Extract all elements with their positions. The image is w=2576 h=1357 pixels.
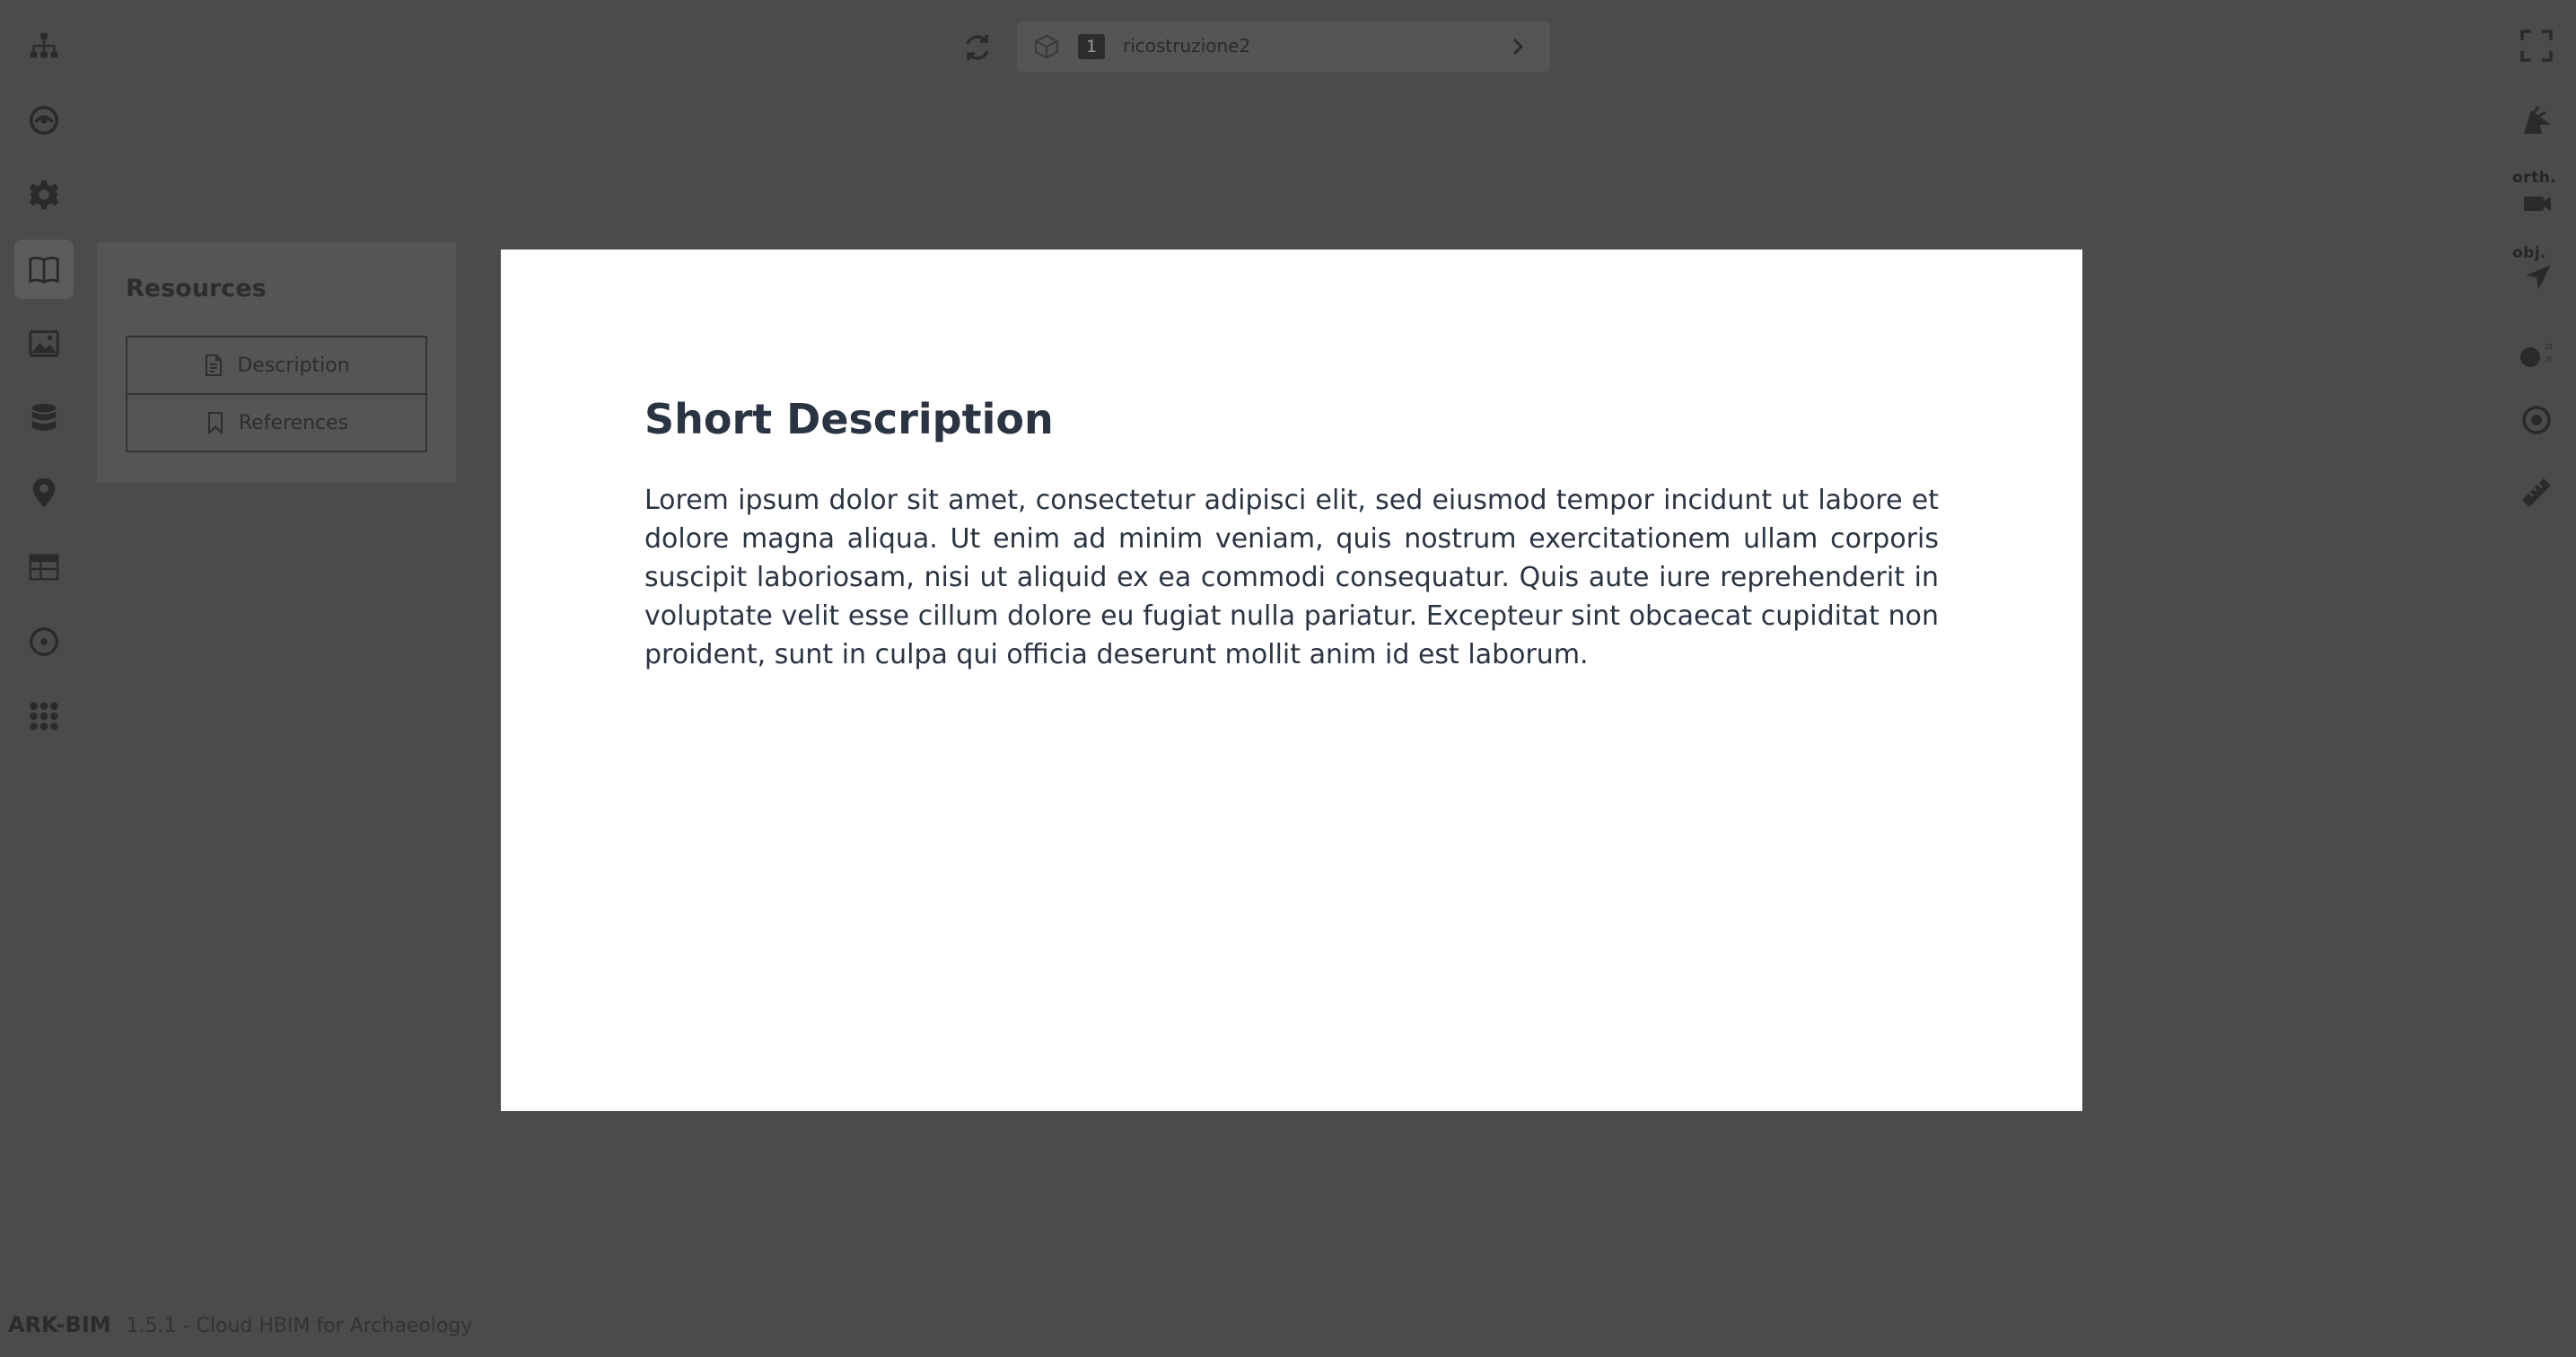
target-icon — [2522, 406, 2551, 434]
target-button[interactable] — [2504, 390, 2569, 450]
document-icon — [206, 355, 223, 376]
orth-camera-icon — [2524, 197, 2551, 211]
references-button-label: References — [238, 411, 349, 434]
table-button[interactable] — [14, 538, 74, 597]
table-icon — [29, 554, 59, 581]
refresh-icon — [966, 35, 989, 60]
resources-title: Resources — [126, 275, 267, 302]
navigation-button[interactable] — [14, 612, 74, 671]
obj-pointer-icon — [2526, 265, 2551, 290]
measure-button[interactable] — [2504, 463, 2569, 522]
database-button[interactable] — [14, 389, 74, 448]
nav-mode-icon — [2524, 106, 2551, 134]
svg-text:2D: 2D — [2545, 343, 2552, 351]
svg-text:3D: 3D — [2545, 355, 2552, 363]
compass-icon — [30, 627, 58, 656]
layers-button[interactable] — [14, 91, 74, 150]
bookmark-icon — [207, 412, 223, 434]
map-button[interactable] — [14, 463, 74, 522]
chevron-right-icon[interactable] — [1505, 34, 1530, 59]
left-toolbar — [0, 0, 88, 808]
resources-button[interactable] — [14, 240, 74, 299]
resources-panel: Resources Description References — [97, 242, 456, 483]
database-icon — [31, 403, 57, 431]
sitemap-button[interactable] — [14, 16, 74, 75]
settings-button[interactable] — [14, 165, 74, 224]
description-modal: Short Description Lorem ipsum dolor sit … — [501, 250, 2082, 1111]
cube-icon — [1033, 33, 1060, 60]
toggle-2d-3d-icon: 2D 3D — [2520, 343, 2552, 367]
gear-icon — [29, 179, 59, 210]
apps-button[interactable] — [14, 687, 74, 746]
fullscreen-button[interactable] — [2504, 16, 2569, 75]
viewer-background: 1 ricostruzione2 orth. obj. 2D 3D — [0, 0, 2576, 1357]
version-text: 1.5.1 - Cloud HBIM for Archaeology — [126, 1315, 473, 1337]
book-icon — [29, 256, 59, 284]
description-button-label: Description — [237, 354, 350, 377]
navigation-mode-button[interactable] — [2504, 92, 2569, 151]
orth-camera-button[interactable] — [2504, 171, 2569, 230]
modal-body-text: Lorem ipsum dolor sit amet, consectetur … — [644, 485, 1939, 670]
description-button[interactable]: Description — [126, 336, 427, 395]
app-footer: ARK-BIM 1.5.1 - Cloud HBIM for Archaeolo… — [8, 1312, 472, 1337]
refresh-button[interactable] — [959, 29, 996, 66]
map-pin-icon — [32, 477, 56, 508]
modal-title: Short Description — [644, 395, 1054, 443]
ruler-icon — [2522, 478, 2551, 507]
references-button[interactable]: References — [126, 393, 427, 452]
model-selector[interactable]: 1 ricostruzione2 — [1017, 22, 1550, 72]
view-2d-3d-toggle[interactable]: 2D 3D — [2513, 325, 2554, 384]
brand-name: ARK-BIM — [8, 1312, 111, 1337]
apps-grid-icon — [30, 702, 58, 731]
sitemap-icon — [30, 32, 58, 58]
images-icon — [29, 330, 59, 357]
images-button[interactable] — [14, 314, 74, 373]
fullscreen-icon — [2520, 30, 2553, 62]
model-name: ricostruzione2 — [1123, 35, 1251, 57]
layers-icon — [29, 105, 59, 136]
object-select-button[interactable] — [2504, 246, 2569, 305]
model-index-badge: 1 — [1078, 34, 1105, 59]
